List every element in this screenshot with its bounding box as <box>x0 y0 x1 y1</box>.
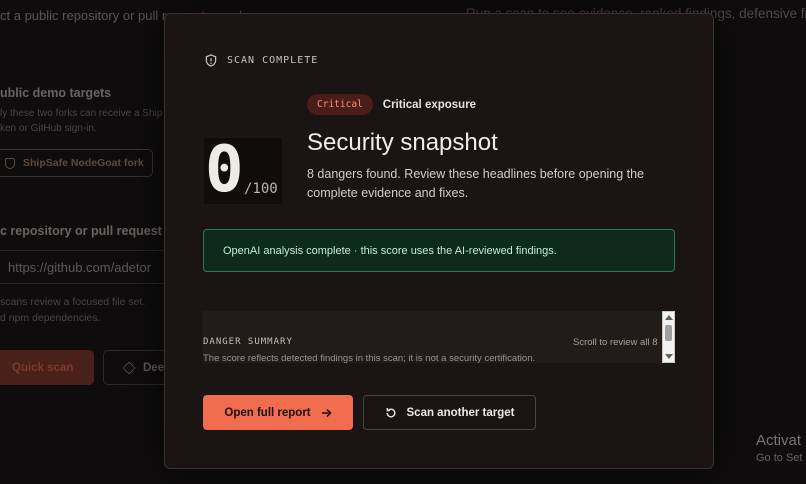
demo-targets-description-line: ken or GitHub sign-in. <box>0 123 97 134</box>
danger-summary-scrollbar[interactable] <box>662 311 675 363</box>
severity-label: Critical exposure <box>382 98 477 111</box>
nodegoat-fork-button[interactable]: ShipSafe NodeGoat fork <box>0 149 153 177</box>
activate-windows-title: Activat <box>756 432 802 449</box>
scan-scope-note: scans review a focused file set. d npm d… <box>0 294 170 326</box>
deep-scan-button[interactable]: Dee <box>103 350 173 385</box>
danger-summary-panel[interactable]: DANGER SUMMARY Scroll to review all 8 Th… <box>203 311 675 363</box>
scroll-down-icon[interactable] <box>665 354 673 359</box>
scan-another-target-label: Scan another target <box>406 406 515 419</box>
shield-icon <box>205 54 217 67</box>
scan-status-label: SCAN COMPLETE <box>227 55 319 66</box>
ai-analysis-text: OpenAI analysis complete · this score us… <box>223 244 557 257</box>
quick-scan-button[interactable]: Quick scan <box>0 350 94 385</box>
scan-another-target-button[interactable]: Scan another target <box>363 395 536 430</box>
score-display: 0 /100 <box>204 133 282 207</box>
scroll-up-icon[interactable] <box>665 315 673 320</box>
severity-row: Critical Critical exposure <box>307 94 476 115</box>
shield-icon <box>5 157 15 169</box>
score-value: 0 <box>205 133 244 207</box>
score-max: /100 <box>244 181 278 197</box>
danger-summary-heading: DANGER SUMMARY <box>203 337 293 347</box>
scan-status-eyebrow: SCAN COMPLETE <box>205 54 318 67</box>
activate-windows-subtitle: Go to Set <box>756 452 803 464</box>
danger-summary-disclaimer: The score reflects detected findings in … <box>203 353 536 363</box>
refresh-icon <box>386 407 395 417</box>
deep-scan-label: Dee <box>143 361 165 374</box>
scan-result-dialog: SCAN COMPLETE 0 /100 Critical Critical e… <box>164 13 714 469</box>
ai-analysis-notice: OpenAI analysis complete · this score us… <box>203 229 675 272</box>
arrow-right-icon <box>321 408 332 417</box>
scroll-thumb[interactable] <box>665 325 672 341</box>
dialog-description: 8 dangers found. Review these headlines … <box>307 167 645 200</box>
dialog-title: Security snapshot <box>307 129 498 156</box>
nodegoat-fork-label: ShipSafe NodeGoat fork <box>23 157 144 169</box>
demo-targets-heading: ublic demo targets <box>0 86 112 100</box>
open-full-report-label: Open full report <box>224 406 311 419</box>
danger-summary-scroll-hint: Scroll to review all 8 <box>573 337 658 348</box>
scan-scope-note-line: scans review a focused file set. <box>0 296 146 308</box>
demo-targets-description: ly these two forks can receive a Ship ke… <box>0 106 170 136</box>
open-full-report-button[interactable]: Open full report <box>203 395 353 430</box>
repo-url-input[interactable]: https://github.com/adetor <box>0 250 166 284</box>
severity-badge: Critical <box>307 94 373 115</box>
scan-scope-note-line: d npm dependencies. <box>0 312 101 324</box>
layers-icon <box>122 361 136 374</box>
repo-heading: c repository or pull request <box>0 224 162 238</box>
demo-targets-description-line: ly these two forks can receive a Ship <box>0 108 163 119</box>
